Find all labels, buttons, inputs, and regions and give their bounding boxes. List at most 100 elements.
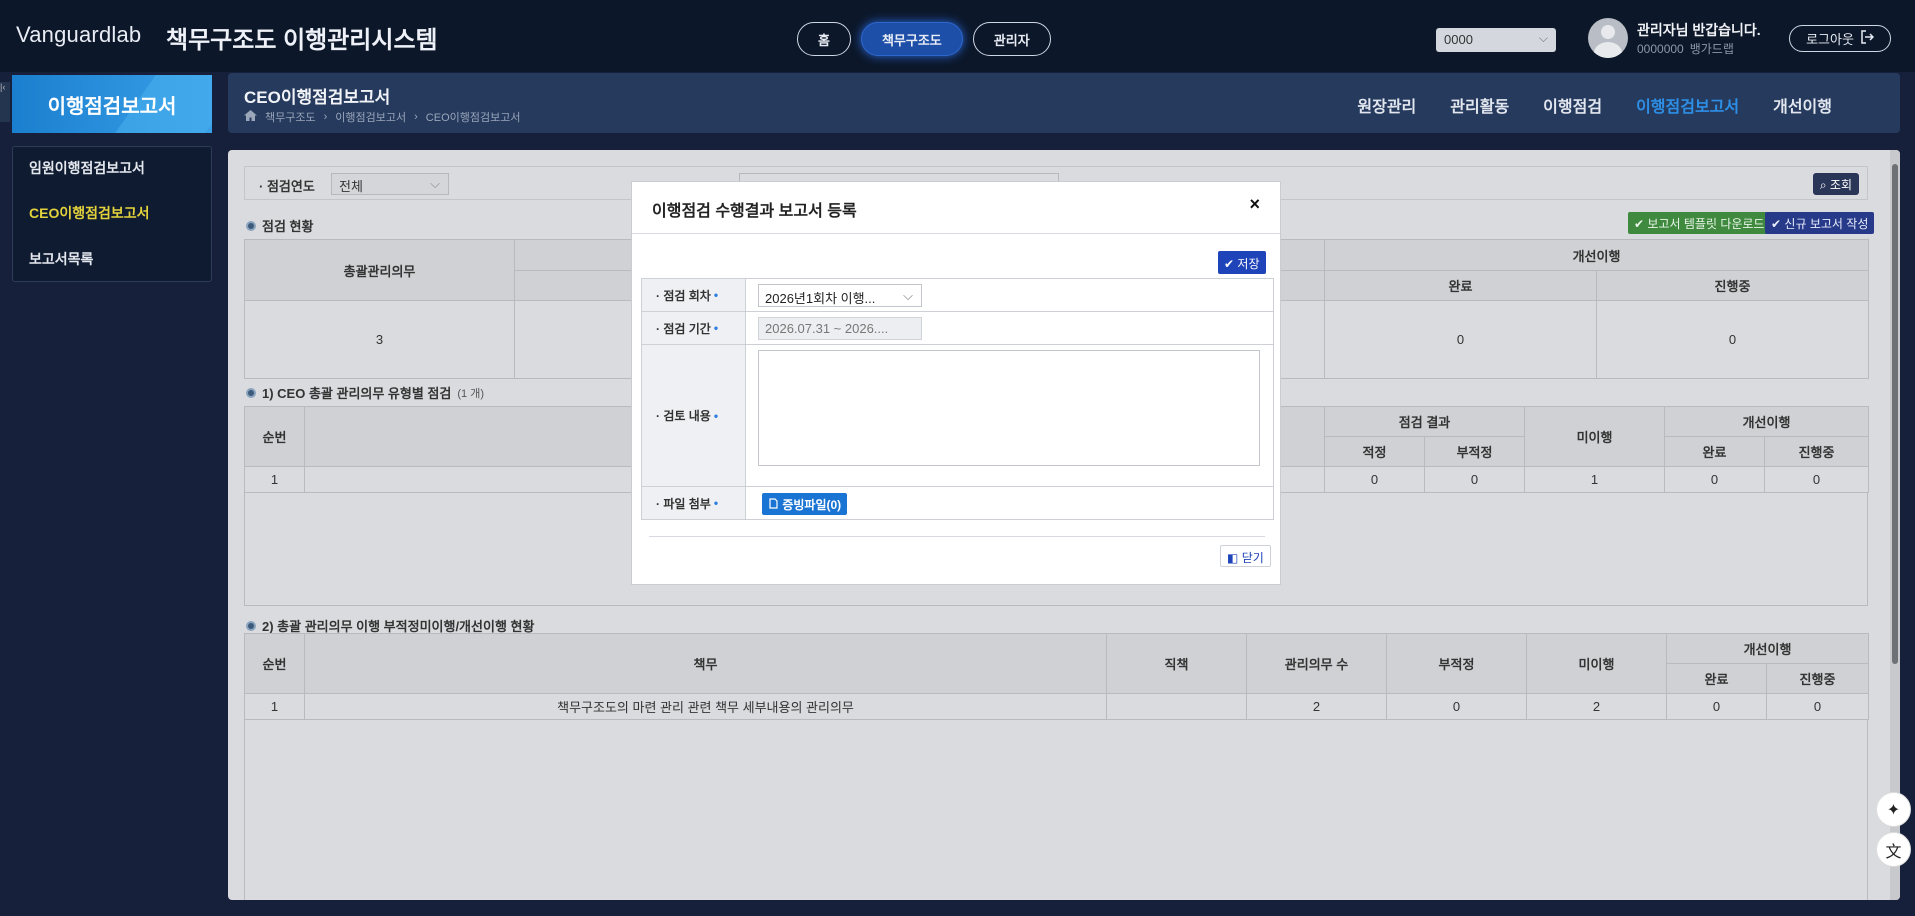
- evidence-file-label: 증빙파일(0): [782, 498, 842, 512]
- user-greeting: 관리자님 반갑습니다.: [1637, 22, 1761, 38]
- menu-inspection-report[interactable]: 이행점검보고서: [1636, 93, 1739, 117]
- divider: [649, 536, 1265, 537]
- sidebar-item-ceo-report[interactable]: CEO이행점검보고서: [29, 203, 150, 223]
- translate-icon[interactable]: 文: [1876, 832, 1911, 867]
- nav-responsibility-button[interactable]: 책무구조도: [860, 22, 963, 56]
- sidebar-toggle[interactable]: |‹: [0, 82, 10, 122]
- form-row-round: · 점검 회차 • 2026년1회차 이행... ⌵: [641, 279, 1274, 312]
- scrollbar[interactable]: [1890, 150, 1900, 900]
- section2-empty-area: [244, 719, 1868, 900]
- review-textarea[interactable]: [758, 350, 1260, 466]
- org-select[interactable]: 0000 ⌵: [1436, 28, 1556, 52]
- col-result: 점검 결과: [1323, 406, 1526, 437]
- year-select[interactable]: 전체 ⌵: [331, 173, 449, 195]
- user-id: 0000000: [1637, 42, 1684, 56]
- col-no: 순번: [244, 633, 305, 694]
- divider: [632, 233, 1280, 234]
- search-button[interactable]: ⌕ 조회: [1812, 173, 1859, 195]
- breadcrumb-item[interactable]: 책무구조도: [265, 109, 316, 125]
- close-label: 닫기: [1241, 551, 1264, 565]
- col-total: 총괄관리의무: [244, 239, 515, 301]
- user-org: 뱅가드랩: [1689, 42, 1734, 56]
- exit-icon: [1860, 30, 1874, 47]
- period-label: · 점검 기간 •: [642, 312, 746, 344]
- sidebar-item-executive-report[interactable]: 임원이행점검보고서: [29, 158, 145, 178]
- col-unfit: 부적정: [1423, 436, 1526, 467]
- sidebar-menu: 임원이행점검보고서 CEO이행점검보고서 보고서목록: [12, 146, 212, 282]
- logout-button[interactable]: 로그아웃: [1789, 25, 1891, 52]
- breadcrumb-item: CEO이행점검보고서: [425, 112, 521, 124]
- cell-no: 1: [244, 693, 305, 720]
- close-button[interactable]: ◧ 닫기: [1220, 545, 1271, 567]
- cell-total: 3: [244, 300, 515, 379]
- evidence-file-button[interactable]: 증빙파일(0): [762, 493, 848, 515]
- menu-ledger[interactable]: 원장관리: [1357, 93, 1416, 117]
- sidebar-title: 이행점검보고서: [12, 75, 212, 133]
- file-label: · 파일 첨부 •: [642, 487, 746, 519]
- col-done: 완료: [1666, 663, 1767, 694]
- sparkle-icon[interactable]: ✦: [1876, 792, 1911, 827]
- sidebar-item-report-list[interactable]: 보고서목록: [29, 249, 93, 269]
- cell-fit: 0: [1324, 466, 1425, 493]
- section-menu: 원장관리 관리활동 이행점검 이행점검보고서 개선이행: [1357, 93, 1832, 117]
- save-label: 저장: [1237, 257, 1260, 271]
- cell-progress: 0: [1764, 466, 1870, 493]
- nav-home-button[interactable]: 홈: [797, 22, 851, 56]
- section1-title: 1) CEO 총괄 관리의무 유형별 점검 (1 개): [246, 383, 484, 402]
- round-select-value: 2026년1회차 이행...: [765, 291, 876, 306]
- cell-position: [1106, 693, 1247, 720]
- top-header: Vanguardlab 책무구조도 이행관리시스템 홈 책무구조도 관리자 00…: [0, 0, 1915, 72]
- status-title: 점검 현황: [262, 219, 314, 234]
- cell-notdone: 1: [1524, 466, 1666, 493]
- template-download-button[interactable]: ✔ 보고서 템플릿 다운로드: [1628, 212, 1771, 234]
- cell-progress: 0: [1766, 693, 1869, 720]
- col-improve: 개선이행: [1324, 239, 1869, 271]
- cell-notdone: 2: [1526, 693, 1667, 720]
- section2-table: 순번 책무 직책 관리의무 수 부적정 미이행 개선이행 완료 진행중 1 책무…: [244, 633, 1869, 720]
- new-report-button[interactable]: ✔ 신규 보고서 작성: [1765, 212, 1875, 234]
- menu-improvement[interactable]: 개선이행: [1773, 93, 1832, 117]
- new-report-label: 신규 보고서 작성: [1784, 217, 1869, 231]
- section1-title-label: 1) CEO 총괄 관리의무 유형별 점검: [262, 386, 452, 401]
- report-register-modal: 이행점검 수행결과 보고서 등록 × ✔ 저장 · 점검 회차 • 2026년1회…: [631, 181, 1281, 585]
- period-field: 2026.07.31 ~ 2026....: [758, 317, 922, 340]
- close-icon[interactable]: ×: [1249, 194, 1260, 215]
- breadcrumb-item[interactable]: 이행점검보고서: [335, 109, 406, 125]
- chevron-down-icon: ⌵: [903, 288, 913, 303]
- search-button-label: 조회: [1829, 178, 1852, 192]
- chevron-right-icon: ›: [414, 111, 418, 123]
- col-improve: 개선이행: [1664, 406, 1870, 437]
- menu-activity[interactable]: 관리활동: [1450, 93, 1509, 117]
- col-progress: 진행중: [1766, 663, 1869, 694]
- col-notdone: 미이행: [1526, 633, 1667, 694]
- page-title: CEO이행점검보고서: [244, 88, 391, 107]
- cell-duty: 책무구조도의 마련 관리 관련 책무 세부내용의 관리의무: [304, 693, 1107, 720]
- menu-inspection[interactable]: 이행점검: [1543, 93, 1602, 117]
- table-row[interactable]: 1 책무구조도의 마련 관리 관련 책무 세부내용의 관리의무 2 0 2 0 …: [244, 693, 1869, 720]
- logout-label: 로그아웃: [1806, 32, 1854, 47]
- logo[interactable]: Vanguardlab: [16, 22, 141, 48]
- report-form: · 점검 회차 • 2026년1회차 이행... ⌵ · 점검 기간 • 2026.…: [641, 278, 1274, 520]
- bullet-icon: [246, 387, 256, 398]
- col-count: 관리의무 수: [1246, 633, 1387, 694]
- col-no: 순번: [244, 406, 305, 467]
- col-fit: 적정: [1324, 436, 1425, 467]
- round-select[interactable]: 2026년1회차 이행... ⌵: [758, 284, 922, 307]
- user-info: 0000000 뱅가드랩: [1637, 40, 1734, 57]
- round-label: · 점검 회차 •: [642, 279, 746, 311]
- check-icon: ✔: [1224, 257, 1235, 271]
- col-position: 직책: [1106, 633, 1247, 694]
- org-select-value: 0000: [1444, 32, 1473, 47]
- form-row-review: · 검토 내용 •: [641, 345, 1274, 487]
- exit-icon: ◧: [1227, 551, 1239, 565]
- chevron-right-icon: ›: [323, 111, 328, 123]
- col-progress: 진행중: [1764, 436, 1870, 467]
- save-button[interactable]: ✔ 저장: [1218, 251, 1266, 274]
- home-icon[interactable]: [244, 110, 257, 124]
- nav-admin-button[interactable]: 관리자: [972, 22, 1051, 56]
- section1-count: (1 개): [457, 387, 484, 400]
- sidebar-title-label: 이행점검보고서: [47, 95, 177, 118]
- cell-progress: 0: [1596, 300, 1869, 379]
- review-label: · 검토 내용 •: [642, 345, 746, 486]
- cell-done: 0: [1666, 693, 1767, 720]
